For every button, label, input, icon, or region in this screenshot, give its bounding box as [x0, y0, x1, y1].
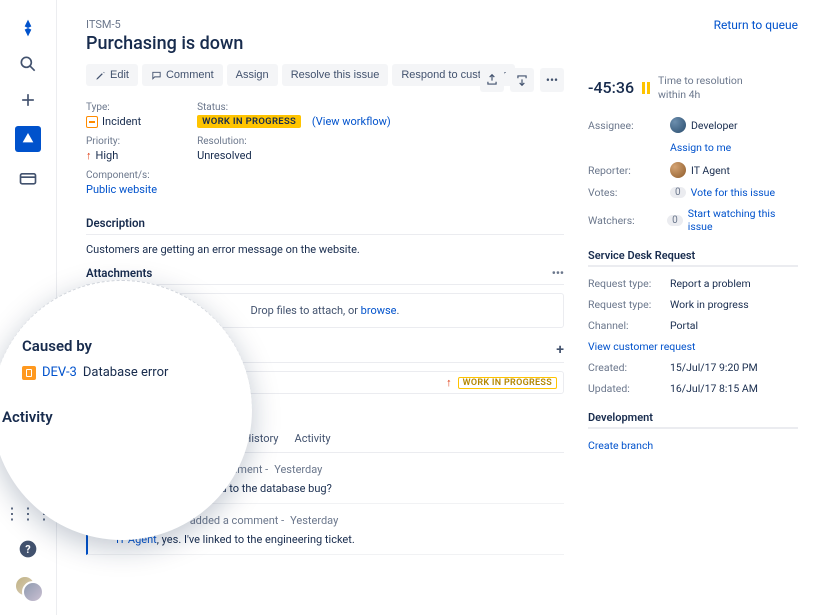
component-link[interactable]: Public website	[86, 183, 157, 196]
top-right-actions: Return to queue	[714, 18, 798, 32]
priority-high-icon: ↑	[446, 376, 452, 389]
resolution-value: Unresolved	[197, 149, 391, 162]
product-switcher-icon[interactable]	[15, 126, 41, 152]
resolution-label: Resolution:	[197, 136, 391, 147]
view-customer-request-link[interactable]: View customer request	[588, 340, 695, 353]
avatar	[670, 162, 686, 178]
comment-button[interactable]: Comment	[142, 64, 223, 86]
story-icon	[22, 366, 36, 380]
watchers-count: 0	[667, 215, 683, 226]
votes-count: 0	[670, 187, 686, 198]
issue-sidebar: -45:36 Time to resolutionwithin 4h Assig…	[588, 18, 798, 615]
tab-activity[interactable]: Activity	[295, 426, 331, 452]
resolve-button[interactable]: Resolve this issue	[282, 64, 389, 86]
priority-value: High	[96, 149, 119, 162]
vote-link[interactable]: Vote for this issue	[691, 186, 775, 199]
service-desk-heading: Service Desk Request	[588, 249, 798, 267]
incident-icon	[86, 116, 98, 128]
sla-time: -45:36	[588, 78, 634, 97]
create-icon[interactable]	[18, 90, 38, 110]
components-label: Component/s:	[86, 170, 157, 181]
comment-time: Yesterday	[290, 514, 338, 527]
issue-title: Purchasing is down	[86, 33, 564, 54]
view-workflow-link[interactable]: (View workflow)	[312, 115, 391, 128]
description-body: Customers are getting an error message o…	[86, 243, 564, 256]
description-heading: Description	[86, 206, 564, 235]
reporter-value: IT Agent	[691, 164, 730, 177]
share-icon[interactable]	[480, 68, 504, 92]
attachments-more-icon[interactable]: •••	[552, 266, 564, 280]
lens-issue-summary: Database error	[83, 365, 169, 380]
jira-logo-icon[interactable]	[18, 18, 38, 38]
priority-high-icon: ↑	[86, 149, 92, 162]
type-value: Incident	[102, 115, 141, 128]
priority-label: Priority:	[86, 136, 157, 147]
credit-card-icon[interactable]	[18, 168, 38, 188]
status-badge[interactable]: WORK IN PROGRESS	[197, 115, 301, 128]
linked-status-badge: WORK IN PROGRESS	[458, 377, 557, 389]
sla-panel: -45:36 Time to resolutionwithin 4h	[588, 74, 798, 101]
edit-button[interactable]: Edit	[86, 64, 138, 86]
type-label: Type:	[86, 102, 157, 113]
status-label: Status:	[197, 102, 391, 113]
issue-meta: Type: Incident Priority: ↑ High Component…	[86, 102, 564, 196]
return-to-queue-link[interactable]: Return to queue	[714, 18, 798, 32]
zoom-lens-overlay: Caused by DEV-3 Database error Activity	[0, 280, 252, 540]
assignee-value: Developer	[691, 119, 738, 132]
comment-time: Yesterday	[274, 463, 322, 476]
add-link-icon[interactable]: +	[556, 342, 564, 358]
lens-activity-heading: Activity	[2, 408, 228, 426]
browse-link[interactable]: browse	[361, 304, 397, 317]
svg-text:?: ?	[25, 543, 30, 556]
watch-link[interactable]: Start watching this issue	[688, 207, 798, 233]
comment-label: Comment	[166, 69, 214, 81]
pause-icon[interactable]	[642, 82, 650, 94]
assign-button[interactable]: Assign	[227, 64, 278, 86]
avatar	[670, 117, 686, 133]
export-icon[interactable]	[510, 68, 534, 92]
lens-caused-by-heading: Caused by	[22, 337, 228, 355]
search-icon[interactable]	[18, 54, 38, 74]
help-icon[interactable]: ?	[18, 539, 38, 559]
more-actions-icon[interactable]: •••	[540, 68, 564, 92]
attachments-heading: Attachments •••	[86, 256, 564, 285]
edit-label: Edit	[110, 69, 129, 81]
create-branch-link[interactable]: Create branch	[588, 439, 653, 452]
lens-issue-key[interactable]: DEV-3	[42, 365, 77, 380]
development-heading: Development	[588, 411, 798, 429]
profile-avatar[interactable]	[14, 575, 42, 603]
breadcrumb[interactable]: ITSM-5	[86, 18, 564, 31]
assign-to-me-link[interactable]: Assign to me	[670, 141, 731, 154]
